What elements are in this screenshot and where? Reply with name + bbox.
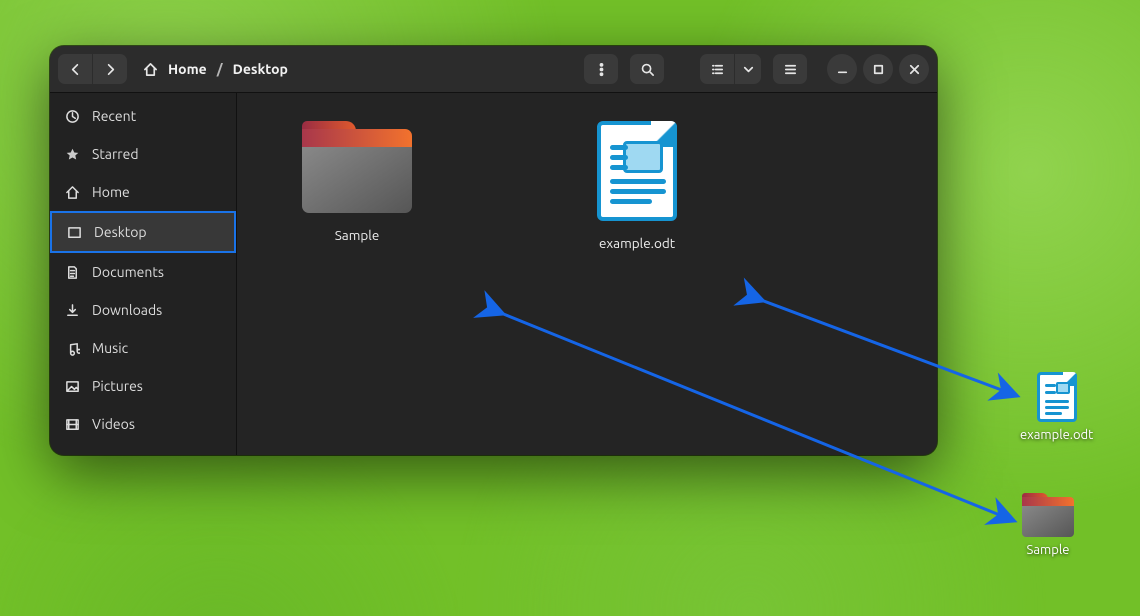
home-icon <box>143 62 158 77</box>
minimize-button[interactable] <box>827 54 857 84</box>
sidebar-item-recent[interactable]: Recent <box>50 97 236 135</box>
sidebar-item-label: Home <box>92 184 130 200</box>
file-item-folder[interactable]: Sample <box>297 121 417 243</box>
sidebar-item-label: Downloads <box>92 302 162 318</box>
titlebar[interactable]: Home / Desktop <box>50 46 937 93</box>
desktop-icon-folder[interactable]: Sample <box>1022 493 1074 557</box>
sidebar-item-label: Documents <box>92 264 164 280</box>
back-button[interactable] <box>58 54 92 84</box>
sidebar-item-music[interactable]: Music <box>50 329 236 367</box>
star-icon <box>64 146 80 162</box>
sidebar-item-pictures[interactable]: Pictures <box>50 367 236 405</box>
search-button[interactable] <box>630 54 664 84</box>
music-icon <box>64 340 80 356</box>
forward-button[interactable] <box>93 54 127 84</box>
document-icon <box>597 121 677 221</box>
sidebar-item-desktop[interactable]: Desktop <box>50 211 236 253</box>
folder-icon <box>1022 493 1074 537</box>
maximize-button[interactable] <box>863 54 893 84</box>
close-button[interactable] <box>899 54 929 84</box>
sidebar-item-documents[interactable]: Documents <box>50 253 236 291</box>
sidebar-item-label: Starred <box>92 146 139 162</box>
download-icon <box>64 302 80 318</box>
folder-icon <box>302 121 412 213</box>
file-item-label: Sample <box>335 227 380 243</box>
document-icon <box>64 264 80 280</box>
sidebar-item-starred[interactable]: Starred <box>50 135 236 173</box>
breadcrumb-root[interactable]: Home <box>168 61 207 77</box>
sidebar: Recent Starred Home Desktop Documents <box>50 93 237 455</box>
desktop-icon <box>66 224 82 240</box>
sidebar-item-label: Pictures <box>92 378 143 394</box>
hamburger-menu-button[interactable] <box>773 54 807 84</box>
list-view-button[interactable] <box>700 54 734 84</box>
breadcrumb[interactable]: Home / Desktop <box>143 61 288 77</box>
home-icon <box>64 184 80 200</box>
sidebar-item-label: Videos <box>92 416 135 432</box>
content-area[interactable]: Sample example.odt <box>237 93 937 455</box>
file-item-label: example.odt <box>599 235 675 251</box>
document-icon <box>1037 372 1077 422</box>
sidebar-item-downloads[interactable]: Downloads <box>50 291 236 329</box>
file-manager-window: Home / Desktop <box>50 46 937 455</box>
breadcrumb-separator: / <box>217 61 223 77</box>
desktop-icon-document[interactable]: example.odt <box>1020 372 1093 442</box>
more-menu-button[interactable] <box>584 54 618 84</box>
file-item-document[interactable]: example.odt <box>577 121 697 251</box>
view-options-button[interactable] <box>735 54 761 84</box>
desktop[interactable]: Home / Desktop <box>0 0 1140 616</box>
sidebar-item-home[interactable]: Home <box>50 173 236 211</box>
desktop-icon-label: Sample <box>1027 543 1070 557</box>
sidebar-item-videos[interactable]: Videos <box>50 405 236 443</box>
clock-icon <box>64 108 80 124</box>
sidebar-item-label: Music <box>92 340 128 356</box>
pictures-icon <box>64 378 80 394</box>
videos-icon <box>64 416 80 432</box>
desktop-icon-label: example.odt <box>1020 428 1093 442</box>
sidebar-item-label: Recent <box>92 108 136 124</box>
sidebar-item-label: Desktop <box>94 224 147 240</box>
breadcrumb-current[interactable]: Desktop <box>233 61 288 77</box>
